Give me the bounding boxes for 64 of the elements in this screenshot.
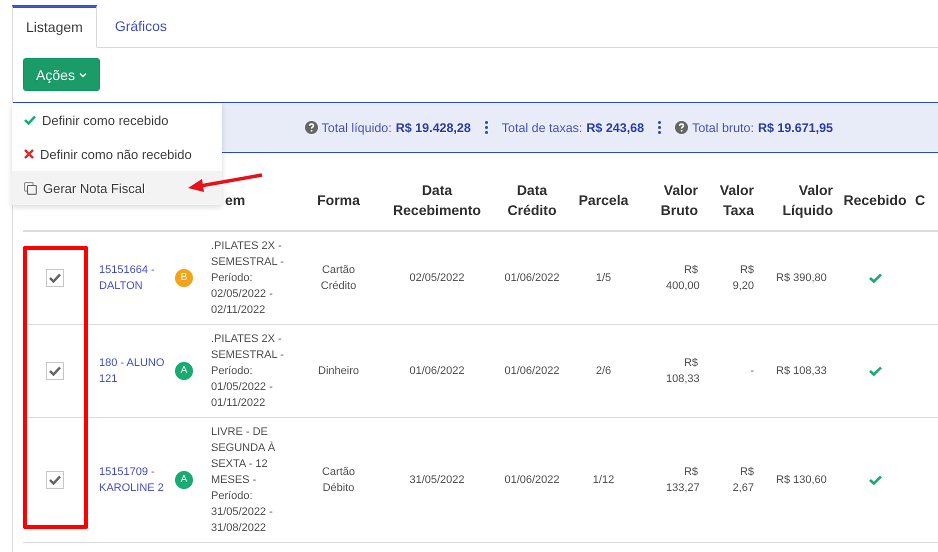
column-header: em (225, 191, 246, 210)
menu-item[interactable]: Definir como não recebido (12, 137, 222, 171)
table-cell-text: 1/5 (596, 271, 612, 286)
caret-icon (78, 72, 87, 78)
table-cell-text: 01/06/2022 (504, 473, 560, 488)
table-cell-text: - (750, 364, 754, 379)
column-header: Data Recebimento (392, 181, 482, 220)
column-header: Data Crédito (506, 181, 558, 220)
tab[interactable]: Listagem (12, 5, 97, 48)
table-cell-text: R$ 390,80 (776, 271, 827, 286)
checkbox[interactable] (46, 362, 64, 380)
student-link[interactable]: 15151664 - DALTON (99, 262, 169, 294)
table-cell-text: Cartão Débito (320, 465, 356, 496)
column-header: Valor Líquido (781, 181, 833, 220)
total-label: Total bruto: (692, 120, 754, 134)
table-cell-text: 31/05/2022 (409, 473, 465, 488)
column-header: C (915, 191, 926, 210)
table-cell-text: 1/12 (592, 473, 614, 488)
actions-button[interactable]: Ações (23, 58, 100, 91)
item-text: .PILATES 2X - SEMESTRAL - Período: 01/05/2022 - 01/11/2022 (211, 332, 285, 411)
check-icon (48, 475, 60, 485)
table-cell-text: R$ 2,67 (732, 465, 754, 496)
table-cell-text: R$ 400,00 (666, 263, 698, 294)
plan-badge: A (175, 362, 193, 380)
column-header: Forma (317, 191, 360, 210)
table-cell-text: Cartão Crédito (320, 263, 358, 294)
table-cell-text: R$ 108,33 (776, 364, 827, 379)
total-label: Total de taxas: (502, 120, 582, 134)
item-text: .PILATES 2X - SEMESTRAL - Período: 02/05/2022 - 02/11/2022 (211, 239, 285, 318)
plan-badge: B (175, 269, 193, 287)
table-cell-text: 02/05/2022 (409, 271, 465, 286)
more-icon (484, 121, 488, 134)
table-cell-text: R$ 130,60 (776, 473, 827, 488)
table-cell-text: 2/6 (596, 364, 612, 379)
table-cell-text: R$ 108,33 (666, 356, 698, 387)
student-link[interactable]: 15151709 - KAROLINE 2 (99, 464, 169, 496)
copy-icon (24, 182, 37, 194)
total-value: R$ 19.671,95 (758, 120, 833, 134)
plan-badge: A (175, 471, 193, 489)
check-icon (48, 273, 60, 283)
table-cell-text: 01/06/2022 (504, 271, 560, 286)
table-cell-text: 01/06/2022 (504, 364, 560, 379)
table-cell-text: R$ 133,27 (666, 465, 698, 496)
check-icon (24, 115, 36, 125)
column-header: Recebido (844, 191, 907, 210)
checkbox[interactable] (46, 269, 64, 287)
item-text: LIVRE - DE SEGUNDA À SEXTA - 12 MESES - Período: 31/05/2022 - 31/08/2022 (211, 425, 276, 536)
table-cell-text: Dinheiro (318, 364, 359, 379)
tab[interactable]: Gráficos (96, 5, 185, 47)
menu-item[interactable]: Gerar Nota Fiscal (12, 171, 222, 205)
table-cell-text: 01/06/2022 (409, 364, 465, 379)
column-header: Valor Taxa (718, 181, 754, 220)
more-icon (658, 121, 662, 134)
table-cell-text: R$ 9,20 (732, 263, 754, 294)
total-value: R$ 19.428,28 (396, 120, 471, 134)
column-header: Parcela (578, 191, 628, 210)
column-header: Valor Bruto (660, 181, 698, 220)
cross-icon (24, 149, 34, 159)
total-label: Total líquido: (322, 120, 392, 134)
checkbox[interactable] (46, 471, 64, 489)
check-icon (48, 366, 60, 376)
menu-item[interactable]: Definir como recebido (12, 103, 222, 137)
student-link[interactable]: 180 - ALUNO 121 (99, 355, 169, 387)
total-value: R$ 243,68 (586, 120, 644, 134)
